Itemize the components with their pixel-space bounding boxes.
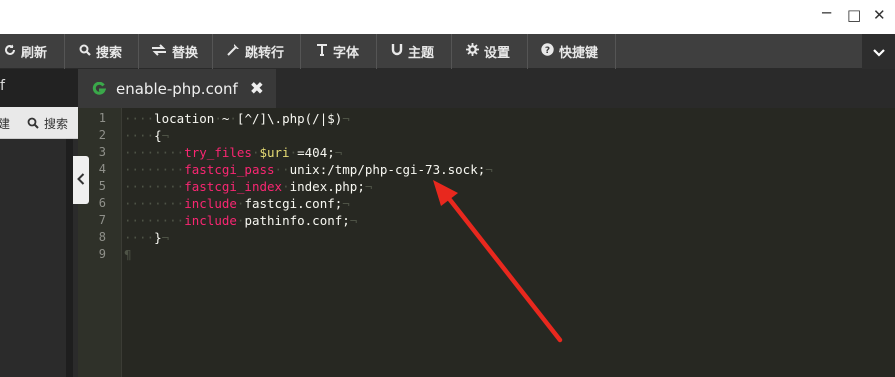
annotation-arrow [433, 180, 563, 343]
